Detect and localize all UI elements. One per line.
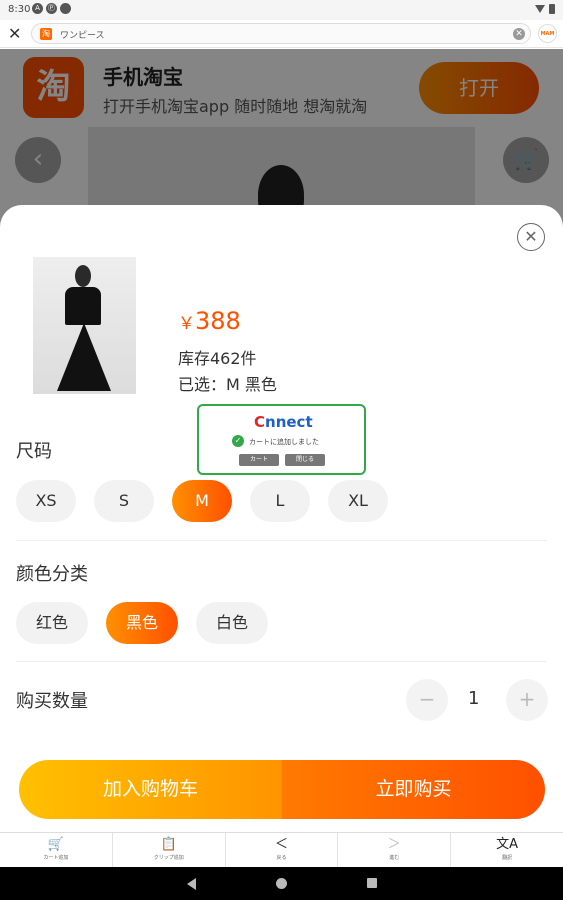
back-icon: ＜ [274, 837, 288, 852]
connect-toast: Cnnect ✓ カートに追加しました カート 閉じる [197, 404, 366, 475]
buy-now-button[interactable]: 立即购买 [282, 760, 545, 819]
size-option-s[interactable]: S [94, 480, 154, 522]
divider [16, 540, 547, 541]
cart-add-icon: 🛒 [47, 837, 64, 852]
color-options: 红色 黑色 白色 [16, 602, 268, 644]
url-bar[interactable]: 淘 ワンピース ✕ [31, 23, 531, 44]
add-to-cart-button[interactable]: 加入购物车 [19, 760, 282, 819]
color-option-white[interactable]: 白色 [196, 602, 268, 644]
status-system-icons [535, 4, 555, 14]
system-recents-icon[interactable] [367, 878, 377, 888]
connect-logo: Cnnect [254, 413, 313, 431]
price-value: 388 [195, 307, 241, 335]
browser-toolbar: ✕ 淘 ワンピース ✕ MAM [0, 20, 563, 48]
color-option-black[interactable]: 黑色 [106, 602, 178, 644]
forward-icon: ＞ [387, 837, 401, 852]
quantity-increase-button[interactable]: + [506, 679, 548, 721]
toolbar-add-to-cart[interactable]: 🛒 カート追加 [0, 833, 113, 867]
toolbar-forward[interactable]: ＞ 進む [338, 833, 452, 867]
size-option-m[interactable]: M [172, 480, 232, 522]
divider [16, 661, 547, 662]
url-text[interactable]: ワンピース [60, 28, 105, 41]
toolbar-label: 戻る [276, 855, 287, 861]
price-currency: ￥ [178, 314, 195, 334]
notification-p-icon: Ⓟ [46, 3, 57, 14]
close-icon[interactable]: ✕ [8, 24, 21, 43]
clip-add-icon: 📋 [160, 837, 177, 852]
extension-toolbar: 🛒 カート追加 📋 クリップ追加 ＜ 戻る ＞ 進む 文A 翻訳 [0, 832, 563, 867]
battery-icon [549, 4, 555, 14]
translate-icon: 文A [496, 837, 519, 852]
status-bar: 8:30 A Ⓟ [0, 0, 563, 20]
toolbar-add-clip[interactable]: 📋 クリップ追加 [113, 833, 226, 867]
size-options: XS S M L XL [16, 480, 388, 522]
sku-selection-sheet: ✕ ￥388 库存462件 已选：M 黑色 尺码 XS S M L XL 颜色分… [0, 205, 563, 832]
notification-a-icon: A [32, 3, 43, 14]
price: ￥388 [178, 307, 241, 335]
size-option-xs[interactable]: XS [16, 480, 76, 522]
toolbar-translate[interactable]: 文A 翻訳 [451, 833, 563, 867]
product-thumbnail [33, 257, 136, 394]
stock-count: 库存462件 [178, 349, 257, 368]
wifi-icon [535, 5, 545, 13]
quantity-value: 1 [468, 688, 480, 709]
profile-avatar[interactable]: MAM [538, 24, 557, 43]
selected-variant: 已选：M 黑色 [178, 375, 277, 394]
color-option-red[interactable]: 红色 [16, 602, 88, 644]
model-head [75, 265, 91, 287]
notification-clip-icon [60, 3, 71, 14]
taobao-favicon-icon: 淘 [40, 28, 52, 40]
connect-cart-button[interactable]: カート [239, 454, 279, 466]
toolbar-label: カート追加 [43, 855, 69, 861]
status-time: 8:30 [8, 4, 31, 15]
toolbar-label: クリップ追加 [153, 855, 184, 861]
toolbar-label: 翻訳 [502, 855, 513, 861]
quantity-section-title: 购买数量 [16, 691, 88, 712]
check-icon: ✓ [232, 435, 244, 447]
size-option-l[interactable]: L [250, 480, 310, 522]
system-home-icon[interactable] [276, 878, 287, 889]
connect-message: カートに追加しました [249, 438, 319, 446]
size-section-title: 尺码 [16, 441, 52, 462]
dress-skirt [57, 323, 111, 391]
quantity-decrease-button[interactable]: − [406, 679, 448, 721]
system-navigation-bar [0, 867, 563, 900]
connect-close-button[interactable]: 閉じる [285, 454, 325, 466]
status-notification-icons: A Ⓟ [32, 3, 71, 14]
close-icon[interactable]: ✕ [517, 223, 545, 251]
color-section-title: 颜色分类 [16, 564, 88, 585]
clear-url-icon[interactable]: ✕ [513, 28, 525, 40]
dress-bodice [65, 287, 101, 325]
size-option-xl[interactable]: XL [328, 480, 388, 522]
system-back-icon[interactable] [187, 878, 196, 890]
toolbar-back[interactable]: ＜ 戻る [226, 833, 339, 867]
toolbar-label: 進む [389, 855, 400, 861]
